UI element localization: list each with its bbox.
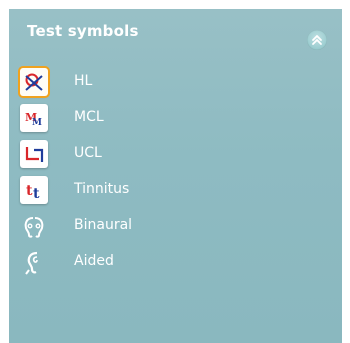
tinnitus-symbol-icon: t t	[20, 176, 48, 204]
symbol-label-tinnitus: Tinnitus	[74, 181, 130, 197]
hl-symbol-icon	[20, 68, 48, 96]
symbol-item-ucl[interactable]: UCL	[9, 136, 342, 172]
svg-text:t: t	[26, 183, 33, 199]
aided-ear-icon	[20, 248, 48, 276]
collapse-button[interactable]	[307, 30, 327, 50]
symbol-label-aided: Aided	[74, 253, 114, 269]
symbol-item-binaural[interactable]: Binaural	[9, 208, 342, 244]
svg-text:t: t	[33, 186, 40, 202]
symbol-label-binaural: Binaural	[74, 217, 133, 233]
double-chevron-up-icon	[312, 35, 322, 45]
symbol-item-hl[interactable]: HL	[9, 64, 342, 100]
symbol-label-mcl: MCL	[74, 109, 104, 125]
binaural-ears-icon	[20, 212, 48, 240]
ucl-symbol-icon	[20, 140, 48, 168]
symbol-label-hl: HL	[74, 73, 93, 89]
symbol-item-mcl[interactable]: M M MCL	[9, 100, 342, 136]
svg-text:M: M	[32, 118, 42, 128]
symbol-label-ucl: UCL	[74, 145, 102, 161]
panel-title: Test symbols	[27, 22, 139, 40]
mcl-symbol-icon: M M	[20, 104, 48, 132]
test-symbols-panel: Test symbols HL M M MCL UCL t t Tinnitus…	[9, 9, 342, 343]
symbol-item-tinnitus[interactable]: t t Tinnitus	[9, 172, 342, 208]
symbol-item-aided[interactable]: Aided	[9, 244, 342, 280]
panel-header: Test symbols	[9, 9, 342, 55]
